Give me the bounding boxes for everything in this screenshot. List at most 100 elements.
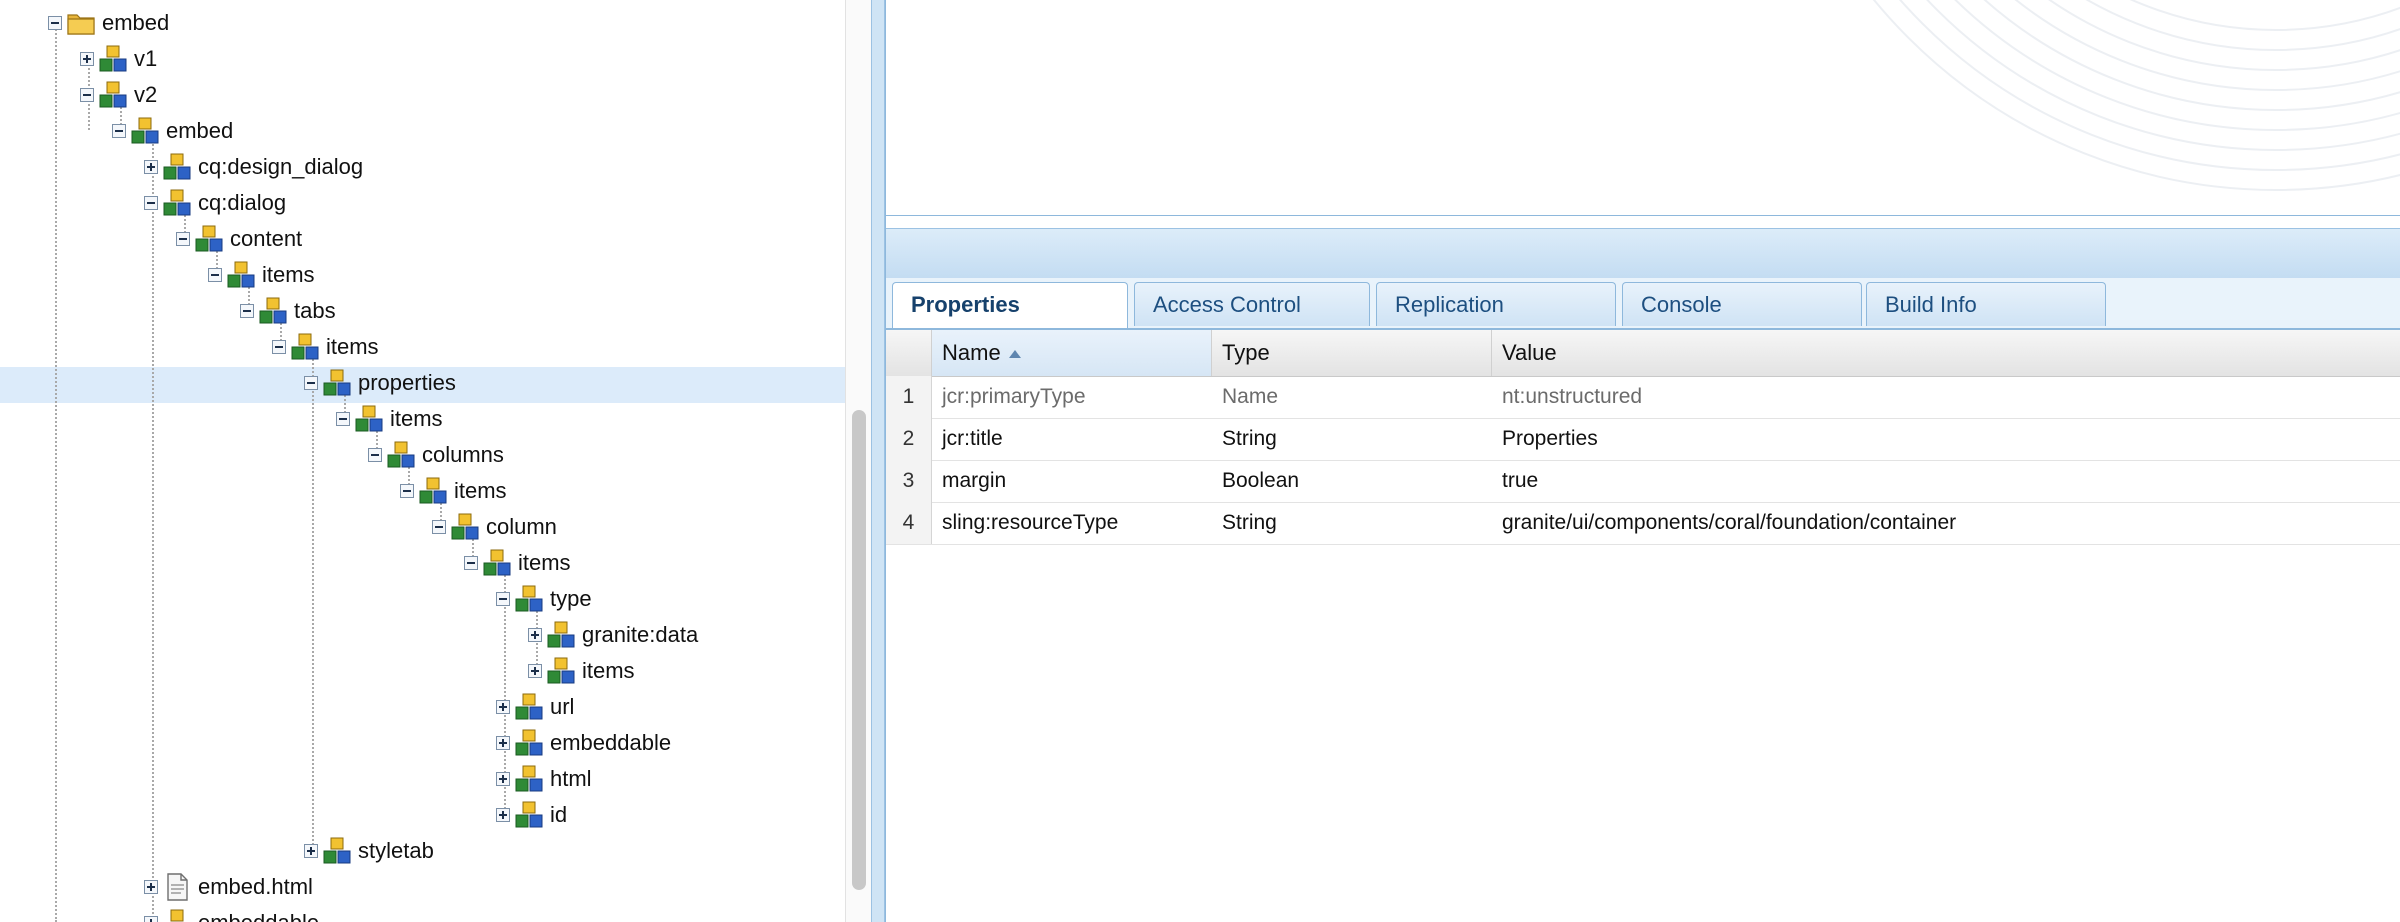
tree-node-label: embed [102,10,170,35]
tree-node[interactable]: items [272,329,379,365]
tree-node[interactable]: items [464,545,571,581]
tree-node[interactable]: embeddable [144,905,319,922]
expand-icon[interactable] [144,160,158,174]
expand-icon[interactable] [496,700,510,714]
tree-node-label: type [550,586,592,611]
collapse-icon[interactable] [336,412,350,426]
expand-icon[interactable] [144,916,158,922]
tree-node[interactable]: type [496,581,592,617]
property-row[interactable]: 3 margin Boolean true [886,460,2400,503]
property-row[interactable]: 4 sling:resourceType String granite/ui/comp… [886,502,2400,545]
property-name[interactable]: sling:resourceType [932,502,1212,544]
collapse-icon[interactable] [496,592,510,606]
property-type[interactable]: String [1212,502,1492,544]
collapse-icon[interactable] [112,124,126,138]
node-icon [354,404,390,434]
node-icon [258,296,294,326]
tab-access-control[interactable]: Access Control [1134,282,1370,326]
tree-node[interactable]: cq:design_dialog [144,149,363,185]
tree-node[interactable]: items [400,473,507,509]
tree-node[interactable]: content [176,221,302,257]
expand-icon[interactable] [304,844,318,858]
tree-node[interactable]: tabs [240,293,336,329]
collapse-icon[interactable] [48,16,62,30]
tab-build-info[interactable]: Build Info [1866,282,2106,326]
column-header-type[interactable]: Type [1212,330,1492,376]
collapse-icon[interactable] [400,484,414,498]
tab-console[interactable]: Console [1622,282,1862,326]
repository-tree[interactable]: embed v1 v2 embed cq:design_dialog cq:dialog c… [0,0,845,922]
tree-node[interactable]: html [496,761,592,797]
property-name[interactable]: jcr:title [932,418,1212,460]
tree-node[interactable]: properties [304,365,456,401]
node-icon [162,188,198,218]
property-name[interactable]: margin [932,460,1212,502]
collapse-icon[interactable] [144,196,158,210]
tree-guide-line [55,18,57,922]
tab-replication[interactable]: Replication [1376,282,1616,326]
node-icon [514,692,550,722]
node-icon [98,80,134,110]
tree-node[interactable]: embed.html [144,869,313,905]
property-value[interactable]: nt:unstructured [1492,376,2400,418]
tab-properties[interactable]: Properties [892,282,1128,328]
tree-node[interactable]: styletab [304,833,434,869]
property-value[interactable]: granite/ui/components/coral/foundation/c… [1492,502,2400,544]
column-header-value[interactable]: Value [1492,330,2400,376]
property-type[interactable]: Boolean [1212,460,1492,502]
property-type[interactable]: String [1212,418,1492,460]
collapse-icon[interactable] [240,304,254,318]
tree-node[interactable]: cq:dialog [144,185,286,221]
expand-icon[interactable] [144,880,158,894]
column-header-name[interactable]: Name [932,330,1212,376]
collapse-icon[interactable] [304,376,318,390]
tree-node-label: v2 [134,82,158,107]
decorative-background-arcs [1873,0,2400,191]
tree-node[interactable]: url [496,689,574,725]
expand-icon[interactable] [496,772,510,786]
preview-area [886,0,2400,216]
tree-node-label: v1 [134,46,158,71]
property-row[interactable]: 2 jcr:title String Properties [886,418,2400,461]
expand-icon[interactable] [528,628,542,642]
collapse-icon[interactable] [368,448,382,462]
tree-node[interactable]: column [432,509,557,545]
expand-icon[interactable] [528,664,542,678]
tree-node-label: columns [422,442,504,467]
collapse-icon[interactable] [432,520,446,534]
panel-splitter[interactable] [871,0,885,922]
tree-node[interactable]: items [208,257,315,293]
tree-guide-line [312,348,314,856]
property-type[interactable]: Name [1212,376,1492,418]
tree-node[interactable]: embed [112,113,233,149]
tab-strip: Properties Access Control Replication Co… [886,278,2400,330]
tree-node-label: items [390,406,443,431]
property-name[interactable]: jcr:primaryType [932,376,1212,418]
collapse-icon[interactable] [272,340,286,354]
property-value[interactable]: true [1492,460,2400,502]
collapse-icon[interactable] [80,88,94,102]
tree-node[interactable]: id [496,797,567,833]
tree-node[interactable]: columns [368,437,504,473]
tree-node[interactable]: granite:data [528,617,698,653]
tree-node[interactable]: embeddable [496,725,671,761]
collapse-icon[interactable] [176,232,190,246]
tree-node[interactable]: items [336,401,443,437]
expand-icon[interactable] [496,808,510,822]
collapse-icon[interactable] [208,268,222,282]
property-value[interactable]: Properties [1492,418,2400,460]
tree-node[interactable]: v1 [80,41,157,77]
collapse-icon[interactable] [464,556,478,570]
node-icon [162,908,198,922]
node-icon [514,584,550,614]
property-row[interactable]: 1 jcr:primaryType Name nt:unstructured [886,376,2400,419]
tree-scrollbar[interactable] [845,0,872,922]
expand-icon[interactable] [80,52,94,66]
tree-node[interactable]: embed [48,5,169,41]
tree-node[interactable]: items [528,653,635,689]
expand-icon[interactable] [496,736,510,750]
panel-header-band [886,228,2400,279]
tree-scrollbar-thumb[interactable] [852,410,866,890]
tree-node[interactable]: v2 [80,77,157,113]
tree-node-label: embed.html [198,874,313,899]
